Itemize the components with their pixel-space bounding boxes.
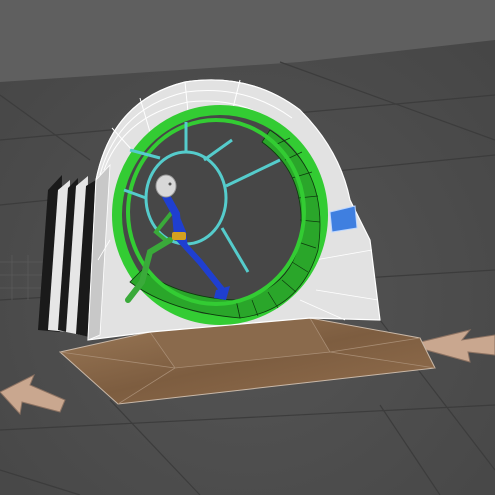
3d-viewport[interactable] xyxy=(0,0,495,495)
viewport-canvas[interactable] xyxy=(0,0,495,495)
